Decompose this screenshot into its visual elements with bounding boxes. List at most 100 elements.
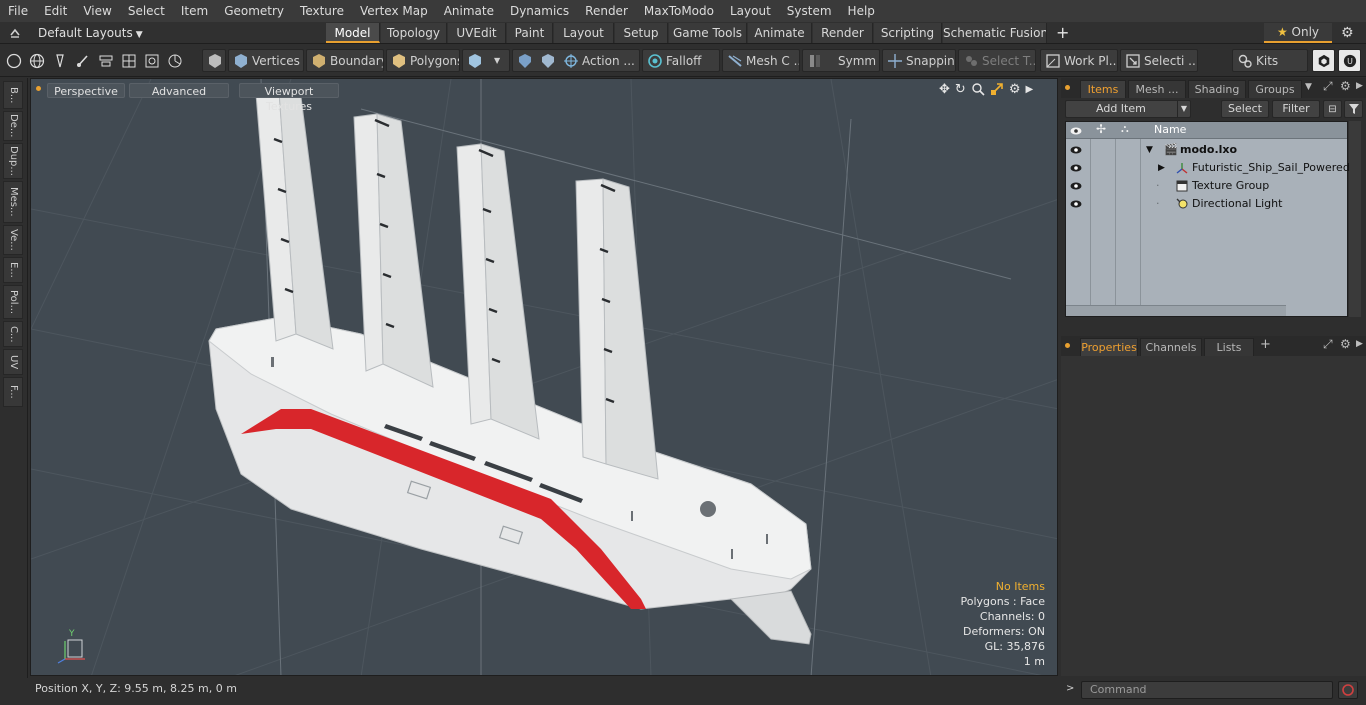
panel-settings-icon[interactable]: ⚙ (1340, 337, 1351, 351)
visibility-eye-icon[interactable] (1070, 145, 1082, 155)
unreal-button[interactable]: U (1338, 49, 1361, 72)
gear-icon[interactable]: ⚙ (1341, 24, 1354, 42)
panel-menu-dot[interactable] (1065, 343, 1070, 348)
unity-button[interactable] (1312, 49, 1335, 72)
circle-select-icon[interactable] (6, 53, 22, 69)
globe-icon[interactable] (29, 53, 45, 69)
item-list[interactable]: ✢ ⛬ Name ▼ 🎬 modo.lxo ▶ Futuristic_Ship_… (1065, 121, 1350, 317)
tool-tab-duplicate[interactable]: Dup... (3, 143, 23, 179)
menu-animate[interactable]: Animate (436, 0, 502, 22)
tab-setup[interactable]: Setup (615, 23, 668, 43)
chevron-down-icon[interactable]: ▼ (1305, 82, 1312, 92)
boundary-button[interactable]: Boundary (306, 49, 384, 72)
vertices-button[interactable]: Vertices (228, 49, 304, 72)
tool-tab-mesh-edit[interactable]: Mes... (3, 181, 23, 223)
align-icon[interactable] (98, 53, 114, 69)
tab-uvedit[interactable]: UVEdit (448, 23, 506, 43)
viewport-expand-icon[interactable]: ▶ (1025, 82, 1033, 98)
tab-channels[interactable]: Channels (1140, 338, 1202, 356)
vertical-scrollbar[interactable] (1349, 121, 1361, 317)
view-advanced-tab[interactable]: Advanced (129, 83, 229, 98)
tab-items[interactable]: Items (1080, 80, 1126, 98)
shield-toggle[interactable] (202, 49, 226, 72)
rotate-view-icon[interactable]: ↻ (955, 82, 966, 98)
view-perspective-tab[interactable]: Perspective (47, 83, 125, 98)
command-input[interactable]: Command (1081, 681, 1333, 699)
tree-row-light[interactable]: · Directional Light (1066, 195, 1347, 213)
select-through-button[interactable]: Select T... (958, 49, 1036, 72)
tab-game-tools[interactable]: Game Tools (669, 23, 747, 43)
tab-mesh-ops[interactable]: Mesh ... (1128, 80, 1186, 98)
menu-maxtomodo[interactable]: MaxToModo (636, 0, 722, 22)
tab-properties[interactable]: Properties (1080, 338, 1138, 356)
collapse-all-button[interactable]: ⊟ (1323, 100, 1342, 118)
work-plane-button[interactable]: Work Pl... (1040, 49, 1118, 72)
tab-schematic-fusion[interactable]: Schematic Fusion (943, 23, 1047, 43)
selection-sets-button[interactable]: Selecti ... (1120, 49, 1198, 72)
command-history-button[interactable] (1338, 681, 1358, 699)
panel-menu-dot[interactable] (1065, 85, 1070, 90)
kits-button[interactable]: Kits (1232, 49, 1308, 72)
snapping-button[interactable]: Snapping (882, 49, 956, 72)
tree-row-scene[interactable]: ▼ 🎬 modo.lxo (1066, 141, 1347, 159)
falloff-button[interactable]: Falloff (642, 49, 720, 72)
zoom-view-icon[interactable] (971, 82, 985, 98)
polygons-button[interactable]: Polygons (386, 49, 460, 72)
menu-geometry[interactable]: Geometry (216, 0, 292, 22)
item-mode-button[interactable]: ▼ (462, 49, 510, 72)
menu-edit[interactable]: Edit (36, 0, 75, 22)
center-icon[interactable] (144, 53, 160, 69)
tab-groups[interactable]: Groups (1248, 80, 1302, 98)
expand-panel-icon[interactable]: ⤢ (1323, 337, 1333, 352)
tool-tab-basic[interactable]: B... (3, 81, 23, 109)
menu-dynamics[interactable]: Dynamics (502, 0, 577, 22)
filter-funnel-button[interactable] (1344, 100, 1363, 118)
tab-scripting[interactable]: Scripting (874, 23, 942, 43)
add-tab-icon[interactable]: + (1260, 337, 1271, 352)
shield-alt-icon[interactable] (540, 53, 556, 69)
tab-lists[interactable]: Lists (1204, 338, 1254, 356)
menu-file[interactable]: File (0, 0, 36, 22)
tab-animate[interactable]: Animate (748, 23, 812, 43)
menu-vertex-map[interactable]: Vertex Map (352, 0, 436, 22)
view-textures-tab[interactable]: Viewport Textures (239, 83, 339, 113)
menu-texture[interactable]: Texture (292, 0, 352, 22)
menu-item[interactable]: Item (173, 0, 216, 22)
tab-model[interactable]: Model (326, 23, 380, 43)
visibility-eye-icon[interactable] (1070, 163, 1082, 173)
move-view-icon[interactable]: ✥ (939, 82, 950, 98)
tool-tab-polygon[interactable]: Pol... (3, 285, 23, 319)
viewport-settings-icon[interactable]: ⚙ (1009, 82, 1021, 98)
viewport-menu-dot[interactable] (36, 86, 41, 91)
filter-button[interactable]: Filter (1272, 100, 1320, 118)
action-label[interactable]: Action ... (582, 54, 635, 68)
tab-topology[interactable]: Topology (381, 23, 447, 43)
tab-paint[interactable]: Paint (507, 23, 553, 43)
tree-row-mesh[interactable]: ▶ Futuristic_Ship_Sail_Powered (1066, 159, 1350, 177)
expand-arrow-icon[interactable]: ▼ (1146, 141, 1153, 159)
grid-icon[interactable] (121, 53, 137, 69)
tool-tab-deform[interactable]: De... (3, 111, 23, 141)
visibility-eye-icon[interactable] (1070, 181, 1082, 191)
tool-tab-curve[interactable]: C... (3, 321, 23, 347)
menu-select[interactable]: Select (120, 0, 173, 22)
menu-layout[interactable]: Layout (722, 0, 779, 22)
expand-arrow-icon[interactable]: ▶ (1158, 159, 1165, 177)
pie-icon[interactable] (167, 53, 183, 69)
symmetry-button[interactable]: Symm ... (802, 49, 880, 72)
tool-tab-vertex[interactable]: Ve... (3, 225, 23, 255)
panel-settings-icon[interactable]: ⚙ (1340, 79, 1351, 93)
tool-tab-uv[interactable]: UV (3, 349, 23, 375)
shield-icon[interactable] (517, 53, 533, 69)
brush-icon[interactable] (75, 53, 91, 69)
layout-selector[interactable]: Default Layouts ▼ (38, 24, 143, 42)
menu-render[interactable]: Render (577, 0, 636, 22)
tool-tab-edge[interactable]: E... (3, 257, 23, 283)
select-button[interactable]: Select (1221, 100, 1269, 118)
only-toggle[interactable]: ★ Only (1264, 23, 1332, 43)
tab-layout[interactable]: Layout (554, 23, 614, 43)
horizontal-scrollbar[interactable] (1066, 305, 1286, 316)
panel-more-icon[interactable]: ▶ (1356, 339, 1363, 349)
tree-row-texture-group[interactable]: · Texture Group (1066, 177, 1347, 195)
layout-collapse-icon[interactable] (9, 26, 21, 38)
